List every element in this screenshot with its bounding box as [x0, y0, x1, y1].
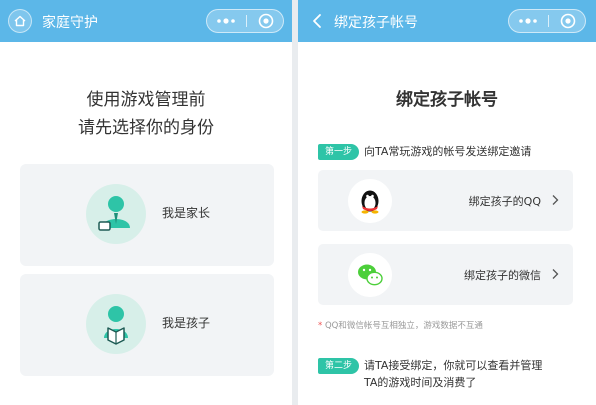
identity-select-panel: 家庭守护 使用游戏管理前 请先选择你的身份 我是家长 我是孩子 [0, 0, 292, 405]
qq-penguin-icon [348, 179, 392, 223]
back-arrow-icon[interactable] [310, 10, 324, 32]
note-text: QQ和微信帐号互相独立，游戏数据不互通 [324, 321, 483, 331]
parent-role-label: 我是家长 [162, 206, 211, 220]
bind-qq-label: 绑定孩子的QQ [468, 195, 541, 208]
record-circle-icon[interactable] [248, 10, 284, 32]
child-role-label: 我是孩子 [162, 316, 211, 330]
step-one-badge: 第一步 [318, 144, 360, 160]
chevron-right-icon [552, 269, 559, 279]
step-two-badge: 第二步 [318, 358, 360, 374]
child-role-card[interactable]: 我是孩子 [20, 274, 274, 376]
identity-heading: 使用游戏管理前 请先选择你的身份 [0, 86, 292, 142]
title-bar: 绑定孩子帐号 [298, 0, 596, 42]
window-title: 绑定孩子帐号 [334, 15, 418, 31]
page-heading: 绑定孩子帐号 [396, 90, 498, 110]
wechat-icon [348, 253, 392, 297]
record-circle-icon[interactable] [550, 10, 586, 32]
chevron-right-icon [552, 195, 559, 205]
heading-line-1: 使用游戏管理前 [86, 90, 206, 110]
bind-wechat-label: 绑定孩子的微信 [464, 269, 541, 282]
heading-line-2: 请先选择你的身份 [78, 118, 214, 138]
step-one-text: 向TA常玩游戏的帐号发送绑定邀请 [364, 145, 532, 158]
bind-child-panel: 绑定孩子帐号 绑定孩子帐号 第一步 向TA常玩游戏的帐号发送绑定邀请 绑定孩子的… [298, 0, 596, 405]
home-icon [14, 15, 26, 27]
step-two-line-1: 请TA接受绑定，你就可以查看并管理 [364, 359, 543, 372]
account-note: * QQ和微信帐号互相独立，游戏数据不互通 [318, 319, 483, 331]
parent-role-card[interactable]: 我是家长 [20, 164, 274, 266]
parent-avatar-icon [86, 184, 146, 244]
title-bar: 家庭守护 [0, 0, 292, 42]
miniapp-capsule [206, 9, 284, 33]
more-dots-icon[interactable] [509, 10, 547, 32]
home-button[interactable] [8, 9, 32, 33]
step-two-text: 请TA接受绑定，你就可以查看并管理 TA的游戏时间及消费了 [364, 357, 542, 391]
bind-qq-option[interactable]: 绑定孩子的QQ [318, 170, 573, 231]
more-dots-icon[interactable] [207, 10, 245, 32]
note-asterisk: * [318, 321, 323, 331]
bind-wechat-option[interactable]: 绑定孩子的微信 [318, 244, 573, 305]
capsule-divider [548, 15, 549, 27]
capsule-divider [246, 15, 247, 27]
child-avatar-icon [86, 294, 146, 354]
step-two-line-2: TA的游戏时间及消费了 [364, 376, 477, 389]
miniapp-capsule [508, 9, 586, 33]
window-title: 家庭守护 [42, 15, 98, 31]
